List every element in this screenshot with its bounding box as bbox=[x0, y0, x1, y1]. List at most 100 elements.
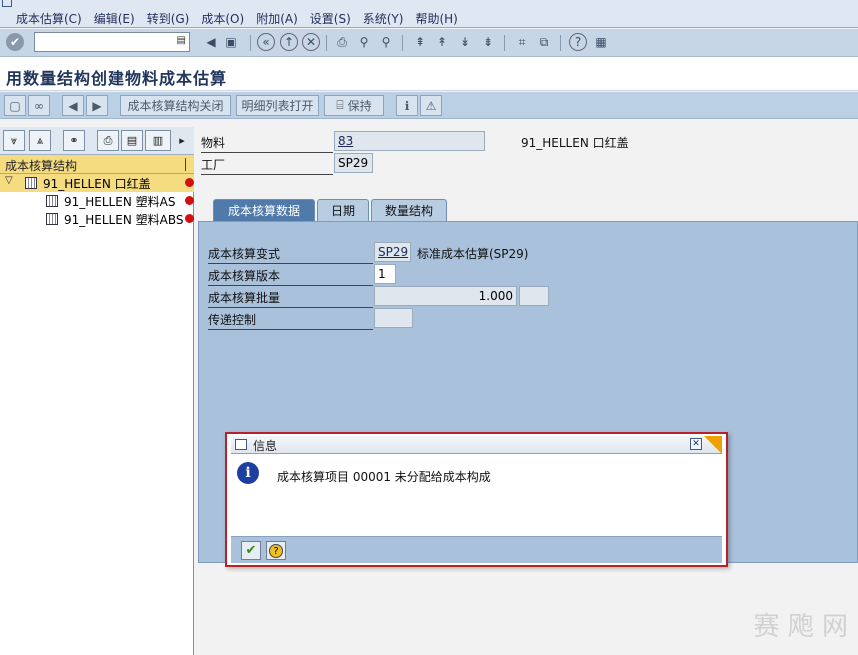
page-title: 用数量结构创建物料成本估算 bbox=[6, 69, 228, 88]
application-toolbar: ▢ ∞ ◀ ▶ 成本核算结构关闭 明细列表打开 ⌸ 保持 ℹ ⚠ bbox=[0, 92, 858, 119]
continue-button[interactable]: ✔ bbox=[241, 541, 261, 560]
transfer-control-label: 传递控制 bbox=[208, 311, 373, 330]
material-label: 物料 bbox=[201, 134, 333, 153]
status-red-icon bbox=[185, 178, 194, 187]
status-red-icon bbox=[185, 196, 194, 205]
new-session-icon[interactable]: ⌗ bbox=[513, 33, 531, 51]
command-field[interactable]: ▤ bbox=[34, 32, 190, 52]
back-arrow-icon[interactable]: ◀ bbox=[202, 33, 220, 51]
dialog-window-icon bbox=[235, 439, 247, 450]
last-page-icon[interactable]: ⇟ bbox=[479, 33, 497, 51]
print-icon[interactable]: ⎙ bbox=[333, 33, 351, 51]
info-button[interactable]: ℹ bbox=[396, 95, 418, 116]
tree-columns-button[interactable]: ▥ bbox=[145, 130, 171, 151]
menu-item-help[interactable]: 帮助(H) bbox=[415, 10, 457, 27]
plant-label: 工厂 bbox=[201, 156, 333, 175]
menu-item-cost[interactable]: 成本(O) bbox=[201, 10, 244, 27]
tree-column-header: 成本核算结构 bbox=[0, 155, 194, 174]
tree-find-button[interactable]: ⚭ bbox=[63, 130, 85, 151]
checkmark-icon: ✔ bbox=[245, 543, 257, 558]
save-icon[interactable]: ▣ bbox=[222, 33, 240, 51]
help-icon: ? bbox=[269, 543, 283, 558]
menu-item-edit[interactable]: 编辑(E) bbox=[94, 10, 135, 27]
tab-costing-data-label: 成本核算数据 bbox=[227, 204, 300, 218]
toolbar-separator bbox=[250, 35, 251, 51]
previous-button[interactable]: ◀ bbox=[62, 95, 84, 116]
detail-list-open-button[interactable]: 明细列表打开 bbox=[236, 95, 319, 116]
costing-item-icon bbox=[46, 195, 58, 207]
expand-all-button[interactable]: ⩔ bbox=[3, 130, 25, 151]
costing-structure-close-button[interactable]: 成本核算结构关闭 bbox=[120, 95, 231, 116]
tab-costing-data[interactable]: 成本核算数据 bbox=[213, 199, 315, 221]
costing-lot-unit-field[interactable] bbox=[519, 286, 549, 306]
tree-row-label: 91_HELLEN 塑料AS bbox=[64, 195, 176, 209]
tab-dates[interactable]: 日期 bbox=[317, 199, 369, 221]
costing-version-field[interactable]: 1 bbox=[374, 264, 396, 284]
print-icon: ⎙ bbox=[103, 133, 113, 147]
dialog-footer: ✔ ? bbox=[231, 536, 722, 563]
arrow-right-icon: ▶ bbox=[92, 98, 102, 113]
glasses-button[interactable]: ∞ bbox=[28, 95, 50, 116]
columns-icon: ▥ bbox=[152, 134, 164, 147]
exit-icon[interactable]: ↑ bbox=[280, 33, 298, 51]
toolbar-separator bbox=[560, 35, 561, 51]
next-page-icon[interactable]: ↡ bbox=[456, 33, 474, 51]
shortcut-icon[interactable]: ⧉ bbox=[535, 33, 553, 51]
watermark: 赛 飑 网 bbox=[753, 612, 848, 642]
first-page-icon[interactable]: ⇞ bbox=[411, 33, 429, 51]
keep-button[interactable]: ⌸ 保持 bbox=[324, 95, 384, 116]
help-icon[interactable]: ? bbox=[569, 33, 587, 51]
tree-row-label: 91_HELLEN 塑料ABS bbox=[64, 213, 184, 227]
toolbar-separator bbox=[326, 35, 327, 51]
find-next-icon[interactable]: ⚲ bbox=[377, 33, 395, 51]
tree-more-button[interactable]: ▸ bbox=[174, 130, 190, 151]
command-dropdown-icon[interactable]: ▤ bbox=[177, 35, 186, 46]
menu-item-system[interactable]: 系统(Y) bbox=[363, 10, 404, 27]
material-field[interactable]: 83 bbox=[334, 131, 485, 151]
menu-item-settings[interactable]: 设置(S) bbox=[310, 10, 351, 27]
tree-row[interactable]: 91_HELLEN 塑料AS bbox=[0, 192, 194, 210]
warning-icon: ⚠ bbox=[425, 98, 437, 113]
column-resize-handle[interactable] bbox=[185, 158, 186, 171]
collapse-all-button[interactable]: ⩓ bbox=[29, 130, 51, 151]
information-dialog: 信息 ✕ i 成本核算项目 00001 未分配给成本构成 ✔ ? bbox=[225, 432, 728, 567]
enter-icon[interactable]: ✔ bbox=[6, 33, 24, 51]
dialog-message: 成本核算项目 00001 未分配给成本构成 bbox=[277, 470, 491, 484]
tree-row[interactable]: ▽ 91_HELLEN 口红盖 bbox=[0, 174, 194, 192]
menu-item-costing[interactable]: 成本估算(C) bbox=[16, 10, 82, 27]
transfer-control-field[interactable] bbox=[374, 308, 413, 328]
toolbar-separator bbox=[402, 35, 403, 51]
dialog-title: 信息 bbox=[253, 439, 278, 453]
cancel-icon[interactable]: ✕ bbox=[302, 33, 320, 51]
tree-print-button[interactable]: ⎙ bbox=[97, 130, 119, 151]
expanded-triangle-icon[interactable]: ▽ bbox=[5, 175, 13, 186]
tree-header-label: 成本核算结构 bbox=[5, 159, 78, 173]
find-icon[interactable]: ⚲ bbox=[355, 33, 373, 51]
costing-lot-size-field[interactable]: 1.000 bbox=[374, 286, 517, 306]
layout-icon[interactable]: ▦ bbox=[592, 33, 610, 51]
next-button[interactable]: ▶ bbox=[86, 95, 108, 116]
plant-value: SP29 bbox=[338, 156, 369, 170]
tab-quantity-structure[interactable]: 数量结构 bbox=[371, 199, 447, 221]
back-icon[interactable]: « bbox=[257, 33, 275, 51]
system-toolbar: ✔ ▤ ◀ ▣ « ↑ ✕ ⎙ ⚲ ⚲ ⇞ ↟ ↡ ⇟ ⌗ ⧉ ? ▦ bbox=[0, 29, 858, 57]
new-document-button[interactable]: ▢ bbox=[4, 95, 26, 116]
tab-dates-label: 日期 bbox=[330, 204, 355, 218]
dialog-title-bar[interactable]: 信息 ✕ bbox=[231, 436, 722, 454]
close-icon[interactable]: ✕ bbox=[690, 438, 702, 450]
warning-button[interactable]: ⚠ bbox=[420, 95, 442, 116]
plant-field[interactable]: SP29 bbox=[334, 153, 373, 173]
costing-version-value: 1 bbox=[378, 267, 386, 281]
keep-icon: ⌸ bbox=[336, 98, 344, 112]
menu-item-goto[interactable]: 转到(G) bbox=[147, 10, 190, 27]
menu-item-extras[interactable]: 附加(A) bbox=[256, 10, 298, 27]
costing-variant-field[interactable]: SP29 bbox=[374, 242, 411, 262]
binoculars-icon: ⚭ bbox=[69, 134, 79, 147]
dialog-help-button[interactable]: ? bbox=[266, 541, 286, 560]
tree-row[interactable]: 91_HELLEN 塑料ABS bbox=[0, 210, 194, 228]
material-value: 83 bbox=[338, 134, 354, 148]
costing-variant-value: SP29 bbox=[378, 245, 409, 259]
costing-version-label: 成本核算版本 bbox=[208, 267, 373, 286]
tree-details-button[interactable]: ▤ bbox=[121, 130, 143, 151]
prev-page-icon[interactable]: ↟ bbox=[433, 33, 451, 51]
